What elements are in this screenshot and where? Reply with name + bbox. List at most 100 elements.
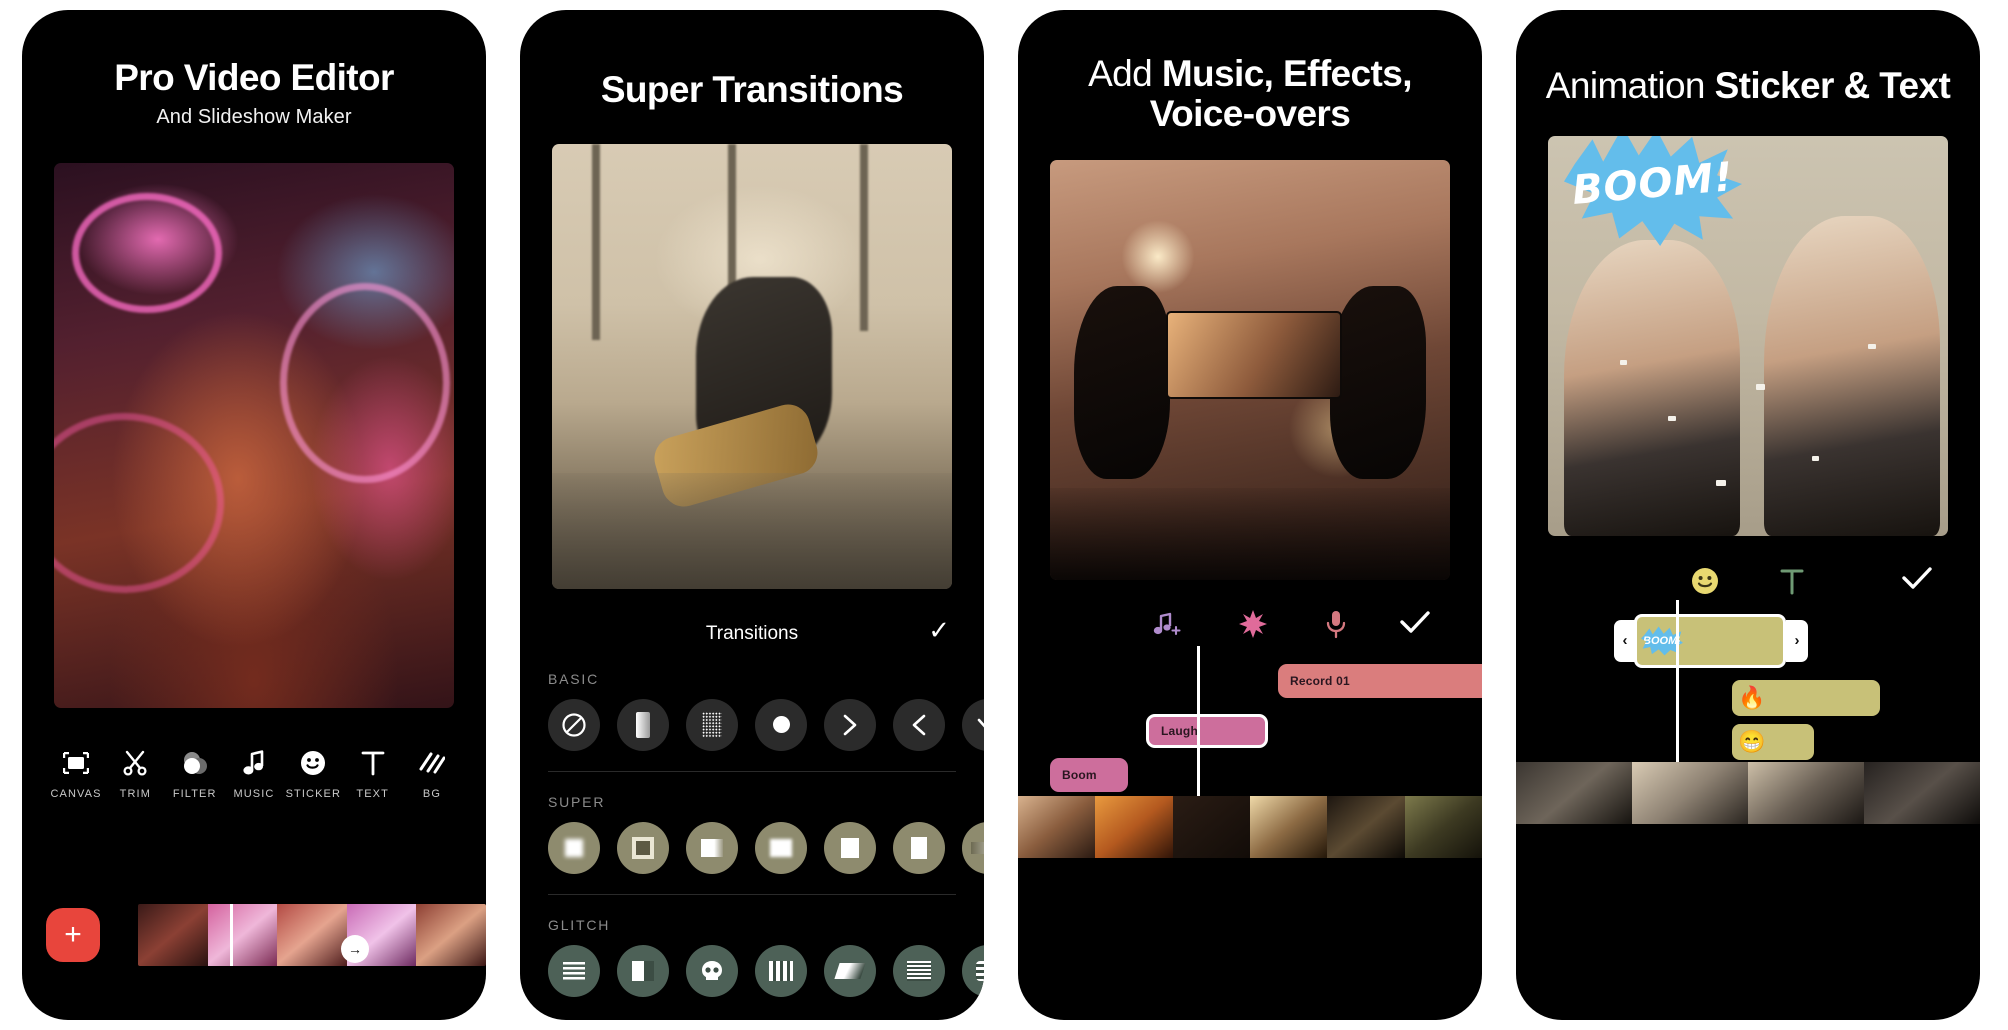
music-add-icon[interactable]: [1152, 611, 1182, 639]
video-preview[interactable]: [552, 143, 952, 589]
confetti-piece: [1668, 415, 1676, 421]
page-title-prefix: Animation: [1545, 65, 1715, 106]
hatch-pattern-icon: [419, 748, 445, 778]
toolbar-item-label: FILTER: [172, 787, 217, 800]
preview-hand-left: [1074, 285, 1170, 480]
clip-boom[interactable]: Boom: [1050, 757, 1128, 792]
page-title: Pro Video Editor: [114, 57, 394, 98]
transition-dissolve-dots-icon[interactable]: [686, 698, 738, 751]
confirm-check-icon[interactable]: [1902, 566, 1932, 590]
audio-timeline[interactable]: Record 01 Laugh Boom Music: [1018, 645, 1482, 858]
transitions-sheet-header: Transitions ✓: [520, 617, 984, 649]
text-t-icon[interactable]: [1779, 567, 1805, 595]
transition-pixel-glitch-icon[interactable]: [548, 944, 600, 997]
transition-smear-icon[interactable]: [824, 944, 876, 997]
music-note-icon: [243, 748, 265, 778]
preview-vignette: [1050, 487, 1450, 580]
transition-row-basic[interactable]: [520, 698, 984, 751]
transition-skull-icon[interactable]: [686, 944, 738, 997]
page-title: Super Transitions: [600, 69, 904, 110]
clip-grin-sticker[interactable]: 😁: [1732, 723, 1814, 760]
transition-tall-square-icon[interactable]: [893, 821, 945, 874]
transition-none-slash-icon[interactable]: [548, 698, 600, 751]
filmstrip-frame: [1095, 795, 1173, 858]
clip-record-01[interactable]: Record 01: [1278, 663, 1482, 698]
screenshot-panel-animation-sticker-text: Animation Sticker & Text BOOM! ‹ BOOM! ›…: [1516, 10, 1980, 1020]
smiley-icon: [300, 748, 326, 778]
trim-handle-left[interactable]: ‹: [1614, 619, 1636, 662]
transition-shred-icon[interactable]: [755, 944, 807, 997]
sticker-text-toolbar: [1516, 564, 1980, 598]
trim-handle-right[interactable]: ›: [1786, 619, 1808, 662]
filmstrip-frame: [277, 904, 347, 966]
text-t-icon: [361, 748, 385, 778]
transition-split-block-icon[interactable]: [617, 944, 669, 997]
confetti-piece: [1620, 359, 1627, 365]
transition-chevron-right-icon[interactable]: [824, 698, 876, 751]
microphone-icon[interactable]: [1324, 610, 1348, 640]
add-media-button[interactable]: +: [46, 908, 100, 962]
transition-frame-square-icon[interactable]: [617, 821, 669, 874]
transition-glow-square-icon[interactable]: [548, 821, 600, 874]
sticker-boom-overlay[interactable]: BOOM!: [1564, 135, 1742, 246]
video-preview[interactable]: [1050, 159, 1450, 580]
smiley-icon[interactable]: [1691, 567, 1719, 595]
transition-ripple-icon[interactable]: [962, 944, 984, 997]
app-store-screenshot-gallery: Pro Video Editor And Slideshow Maker CAN…: [0, 0, 2008, 1030]
confetti-piece: [1756, 383, 1765, 390]
playhead[interactable]: [230, 904, 233, 966]
sticker-timeline[interactable]: ‹ BOOM! › 🔥 😁 WOW: [1516, 599, 1980, 824]
toolbar-item-sticker[interactable]: STICKER: [285, 748, 341, 800]
transition-circle-icon[interactable]: [755, 698, 807, 751]
confirm-check-icon[interactable]: ✓: [928, 617, 950, 643]
transition-wipe-bar-icon[interactable]: [617, 698, 669, 751]
filmstrip-frame: [138, 904, 208, 966]
panel-heading: Pro Video Editor And Slideshow Maker: [22, 58, 486, 129]
neon-decor: [280, 282, 450, 483]
toolbar-item-label: CANVAS: [50, 787, 102, 800]
screenshot-panel-music-effects: Add Music, Effects, Voice-overs Record 0…: [1018, 10, 1482, 1020]
preview-decor: [860, 143, 868, 331]
video-preview[interactable]: [54, 162, 454, 708]
transition-scanline-icon[interactable]: [893, 944, 945, 997]
page-title-prefix: Add: [1088, 53, 1162, 94]
panel-heading: Animation Sticker & Text: [1516, 66, 1980, 106]
filmstrip[interactable]: [1018, 795, 1482, 858]
transition-chevron-down-icon[interactable]: [962, 698, 984, 751]
filmstrip-frame: [416, 904, 486, 966]
transition-pop-square-icon[interactable]: [824, 821, 876, 874]
panel-heading: Super Transitions: [520, 70, 984, 110]
canvas-icon: [63, 748, 89, 778]
clip-fire-sticker[interactable]: 🔥: [1732, 679, 1880, 716]
toolbar-item-bg[interactable]: BG: [404, 748, 460, 800]
transition-row-glitch[interactable]: [520, 944, 984, 997]
filmstrip-frame: [1864, 761, 1980, 824]
transition-chevron-left-icon[interactable]: [893, 698, 945, 751]
page-title: Animation Sticker & Text: [1538, 66, 1958, 106]
clip-sticker-boom[interactable]: BOOM!: [1634, 613, 1786, 668]
toolbar-item-canvas[interactable]: CANVAS: [48, 748, 104, 800]
toolbar-item-music[interactable]: MUSIC: [226, 748, 282, 800]
clip-laugh[interactable]: Laugh: [1146, 713, 1268, 748]
toolbar-item-label: BG: [422, 787, 442, 800]
transition-slide-square-icon[interactable]: [686, 821, 738, 874]
filmstrip[interactable]: [1516, 761, 1980, 824]
transition-streak-icon[interactable]: [962, 821, 984, 874]
confetti-piece: [1812, 455, 1819, 461]
toolbar-item-text[interactable]: TEXT: [345, 748, 401, 800]
transition-blur-square-icon[interactable]: [755, 821, 807, 874]
filmstrip[interactable]: →: [138, 904, 486, 966]
preview-ground: [552, 473, 952, 589]
filmstrip-frame: [1748, 761, 1864, 824]
toolbar-item-trim[interactable]: TRIM: [107, 748, 163, 800]
section-divider: [548, 893, 956, 895]
confirm-check-icon[interactable]: [1400, 610, 1430, 634]
toolbar-item-filter[interactable]: FILTER: [167, 748, 223, 800]
toolbar-item-label: TEXT: [356, 787, 389, 800]
scroll-right-button[interactable]: →: [341, 935, 369, 963]
video-preview[interactable]: BOOM!: [1548, 135, 1948, 536]
sheet-title: Transitions: [705, 622, 799, 644]
transition-row-super[interactable]: [520, 821, 984, 874]
neon-decor: [72, 192, 222, 313]
effects-sparkle-icon[interactable]: [1238, 609, 1268, 640]
